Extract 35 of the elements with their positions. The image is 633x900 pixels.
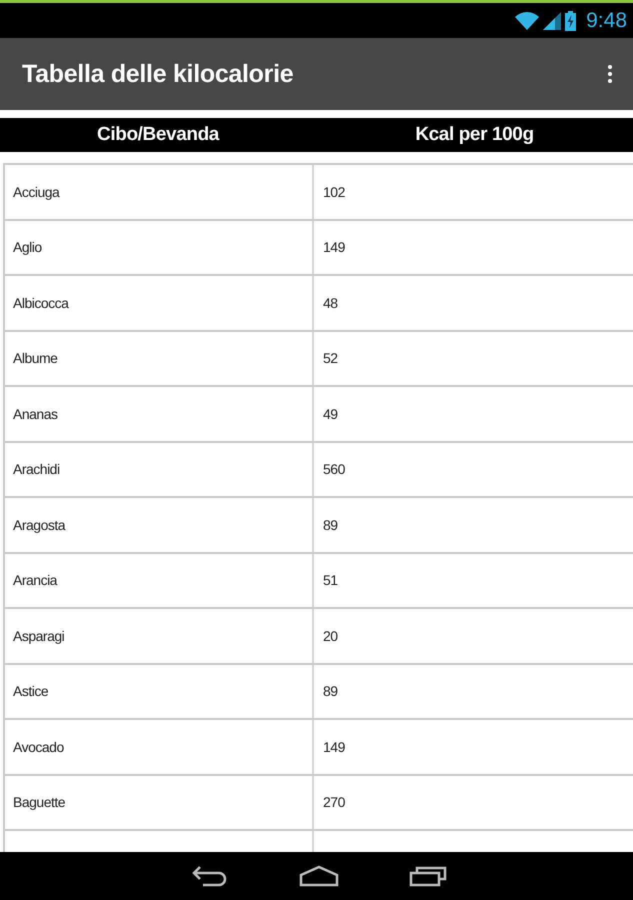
- table-cell-text: Albicocca: [12, 294, 70, 313]
- table-cell-text: Ananas: [12, 404, 58, 424]
- overflow-menu-icon[interactable]: [607, 64, 613, 84]
- table-cell-text: Aglio: [12, 238, 43, 258]
- table-cell-text: Albume: [12, 349, 58, 368]
- table-cell: 49: [312, 387, 633, 440]
- table-cell: 51: [312, 554, 633, 607]
- table-cell: 102: [312, 165, 633, 218]
- table-cell: 560: [312, 442, 633, 496]
- table-cell-text: Arachidi: [12, 460, 61, 480]
- table-cell: 89: [312, 664, 633, 718]
- column-header: Cibo/Bevanda: [97, 124, 219, 146]
- battery-charging-icon: [565, 10, 576, 30]
- table-cell: 270: [312, 776, 633, 829]
- clock-time: 9:48: [586, 8, 627, 32]
- app-title: Tabella delle kilocalorie: [22, 60, 294, 88]
- recent-apps-icon[interactable]: [408, 865, 446, 887]
- table-cell: 20: [312, 609, 633, 662]
- table-cell-text: Asparagi: [12, 626, 66, 646]
- signal-icon: [543, 12, 562, 30]
- table-cell-text: Avocado: [12, 738, 65, 757]
- table-cell-text: Aragosta: [12, 516, 66, 535]
- table-cell: 149: [312, 720, 633, 774]
- column-header: Kcal per 100g: [415, 124, 534, 146]
- back-icon[interactable]: [190, 865, 228, 887]
- table-cell: 149: [312, 220, 633, 274]
- table-cell: 52: [312, 332, 633, 385]
- table-cell-text: Arancia: [12, 571, 58, 590]
- table-cell-text: Acciuga: [12, 182, 61, 202]
- table-cell: 89: [312, 498, 633, 552]
- table-cell-text: Baguette: [12, 793, 66, 812]
- table-cell-text: Astice: [12, 682, 50, 702]
- table-cell: 48: [312, 276, 633, 330]
- home-icon[interactable]: [298, 865, 338, 887]
- wifi-icon: [515, 12, 540, 30]
